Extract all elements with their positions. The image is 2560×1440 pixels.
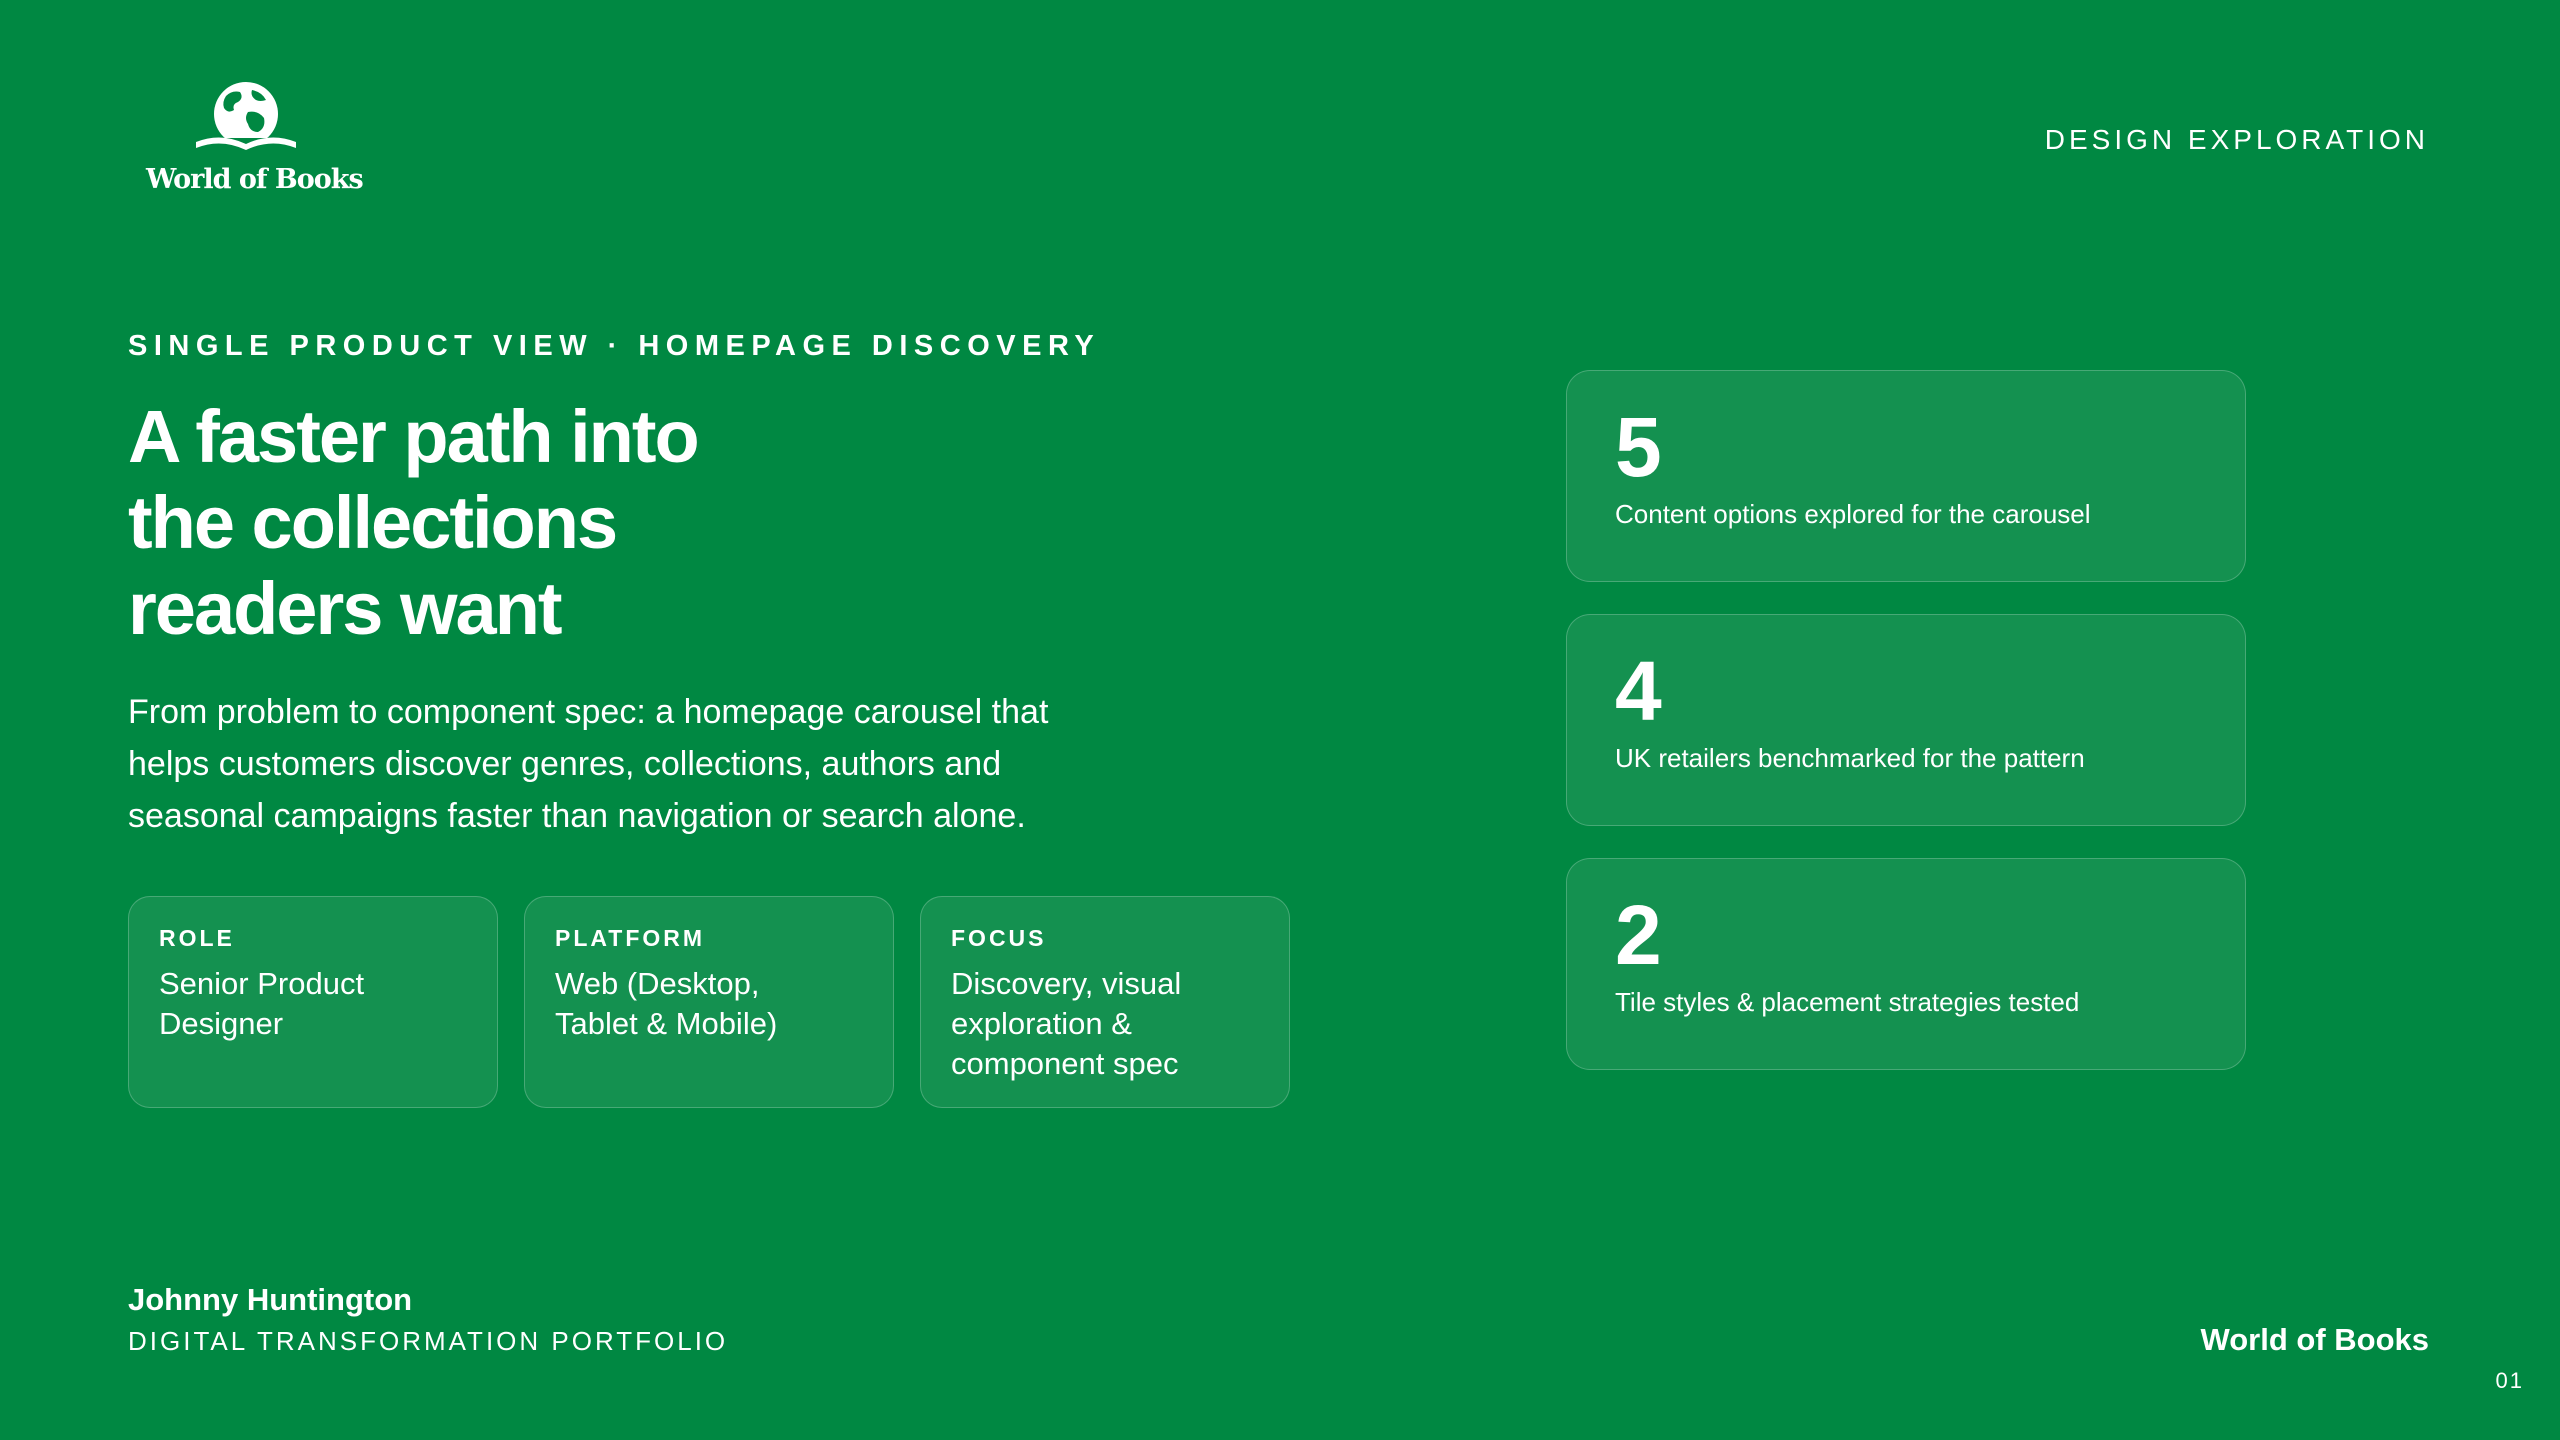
headline-line: the collections — [128, 481, 618, 564]
stat-description: Tile styles & placement strategies teste… — [1615, 987, 2080, 1017]
stat-card-tile-styles: 2 Tile styles & placement strategies tes… — [1566, 858, 2246, 1070]
card-value-line: component spec — [951, 1046, 1179, 1081]
stat-description: UK retailers benchmarked for the pattern — [1615, 743, 2085, 773]
card-value-line: Tablet & Mobile) — [555, 1006, 778, 1041]
stat-card-content-options: 5 Content options explored for the carou… — [1566, 370, 2246, 582]
author-name: Johnny Huntington — [128, 1282, 413, 1317]
page-headline: A faster path into the collections reade… — [128, 394, 828, 652]
focus-card: FOCUS Discovery, visual exploration & co… — [920, 896, 1290, 1108]
stat-number: 5 — [1615, 400, 1662, 494]
stat-description: Content options explored for the carouse… — [1615, 499, 2091, 529]
eyebrow-text: SINGLE PRODUCT VIEW · HOMEPAGE DISCOVERY — [128, 330, 1101, 362]
card-value: Senior Product Designer — [159, 964, 467, 1044]
logo-wordmark: World of Books — [146, 164, 364, 195]
brand-logo: World of Books — [146, 78, 364, 208]
lead-line: helps customers discover genres, collect… — [128, 745, 1002, 783]
lead-line: seasonal campaigns faster than navigatio… — [128, 797, 1026, 835]
footer-brand: World of Books — [2200, 1322, 2429, 1357]
card-value-line: Web (Desktop, — [555, 966, 760, 1001]
card-value-line: exploration & — [951, 1006, 1132, 1041]
card-label: FOCUS — [951, 925, 1047, 951]
card-value-line: Discovery, visual — [951, 966, 1182, 1001]
card-value-line: Designer — [159, 1006, 284, 1041]
platform-card: PLATFORM Web (Desktop, Tablet & Mobile) — [524, 896, 894, 1108]
headline-line: A faster path into — [128, 395, 700, 478]
card-value: Discovery, visual exploration & componen… — [951, 964, 1259, 1084]
stat-number: 4 — [1615, 644, 1662, 738]
page-number: 01 — [2495, 1368, 2524, 1393]
stat-card-retailers: 4 UK retailers benchmarked for the patte… — [1566, 614, 2246, 826]
section-label: DESIGN EXPLORATION — [2044, 124, 2429, 155]
card-label: ROLE — [159, 925, 235, 951]
headline-line: readers want — [128, 567, 563, 650]
globe-book-icon — [196, 82, 296, 150]
card-value: Web (Desktop, Tablet & Mobile) — [555, 964, 863, 1044]
card-label: PLATFORM — [555, 925, 706, 951]
card-value-line: Senior Product — [159, 966, 365, 1001]
role-card: ROLE Senior Product Designer — [128, 896, 498, 1108]
lead-line: From problem to component spec: a homepa… — [128, 693, 1049, 731]
lead-paragraph: From problem to component spec: a homepa… — [128, 686, 1168, 842]
stat-number: 2 — [1615, 888, 1662, 982]
portfolio-label: DIGITAL TRANSFORMATION PORTFOLIO — [128, 1326, 729, 1356]
